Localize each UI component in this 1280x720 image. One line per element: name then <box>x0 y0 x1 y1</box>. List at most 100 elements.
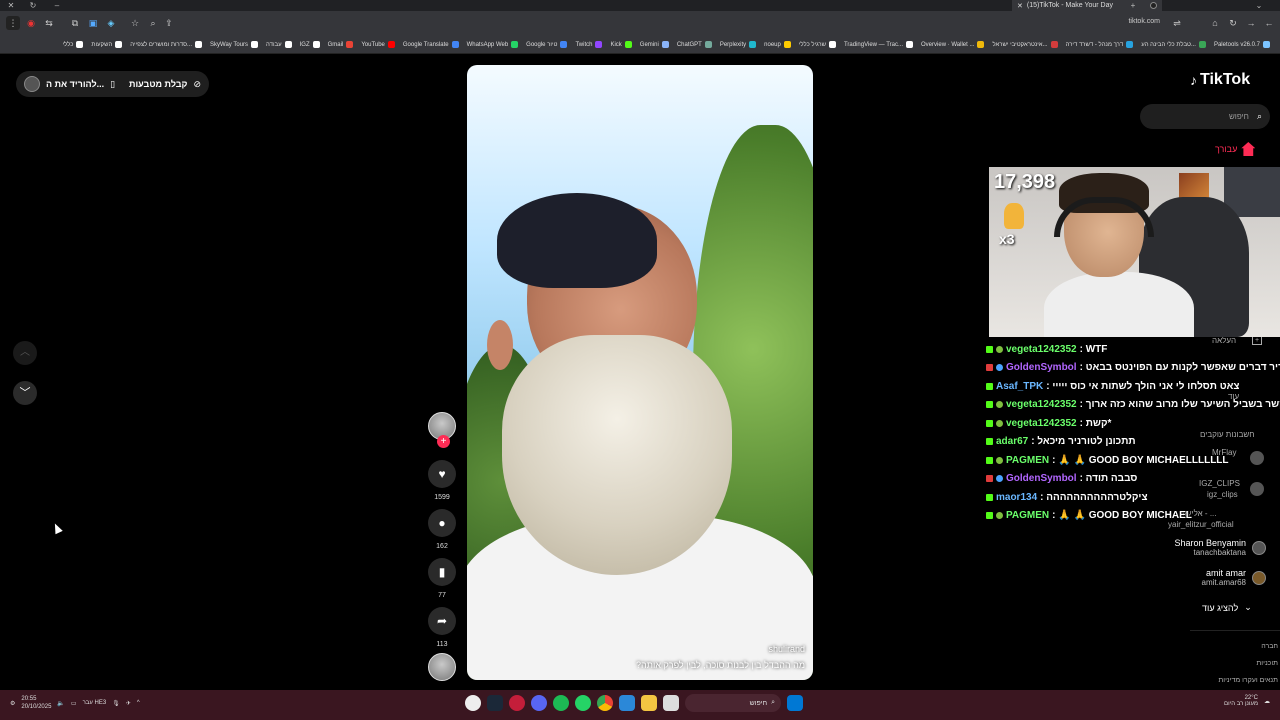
user-avatar[interactable] <box>24 76 40 92</box>
share-icon[interactable]: ⇪ <box>162 16 176 30</box>
bookmark-item[interactable]: Twitch <box>575 41 603 48</box>
like-action[interactable]: ♥ 1599 <box>427 460 457 501</box>
bookmark-item[interactable]: עבודה <box>266 41 292 48</box>
chat-username[interactable]: GoldenSymbol <box>1006 362 1077 373</box>
back-icon[interactable]: ← <box>1262 16 1276 30</box>
bookmark-item[interactable]: IGZ <box>300 41 320 48</box>
network-icon[interactable]: ▭ <box>71 700 77 707</box>
volume-icon[interactable]: 🔈 <box>57 700 64 707</box>
bookmark-item[interactable]: השקעות <box>91 41 123 48</box>
bookmark-item[interactable]: Kick <box>610 41 632 48</box>
bookmark-item[interactable]: TradingView — Trac... <box>844 41 914 48</box>
minimize-icon[interactable]: – <box>50 0 64 11</box>
bookmark-icon[interactable]: ▮ <box>428 558 456 586</box>
taskbar-search[interactable]: חיפוש ⌕ <box>685 694 781 712</box>
next-video-button[interactable]: ﹀ <box>13 381 37 405</box>
music-avatar[interactable] <box>427 653 457 681</box>
tray-chevron-icon[interactable]: ^ <box>137 700 140 706</box>
bookmark-item[interactable]: שרגיל כללי <box>799 41 836 48</box>
footer-programs[interactable]: תוכניות <box>1256 660 1278 667</box>
bookmark-item[interactable]: Perplexity <box>720 41 757 48</box>
extension-menu-icon[interactable]: ⋮ <box>6 16 20 30</box>
bookmark-item[interactable]: WhatsApp Web <box>467 41 519 48</box>
spotify-icon[interactable] <box>553 695 569 711</box>
store-icon[interactable] <box>619 695 635 711</box>
bookmark-item[interactable]: סדרות ומושרים לצפייה... <box>130 41 203 48</box>
bookmark-item[interactable]: noeup <box>764 41 791 48</box>
video-username[interactable]: shulirand <box>768 644 805 654</box>
bookmark-item[interactable]: SkyWay Tours <box>210 41 259 48</box>
show-more-button[interactable]: להציג עוד ⌄ <box>1202 602 1252 613</box>
chat-username[interactable]: maor134 <box>996 492 1037 503</box>
download-app-button[interactable]: להוריד את ה... <box>46 79 104 89</box>
chat-username[interactable]: Asaf_TPK <box>996 381 1043 392</box>
comment-icon[interactable]: ● <box>428 509 456 537</box>
discord-icon[interactable] <box>531 695 547 711</box>
heart-icon[interactable]: ♥ <box>428 460 456 488</box>
app-icon-white[interactable] <box>663 695 679 711</box>
get-coins-button[interactable]: קבלת מטבעות <box>129 79 187 89</box>
app-icon-red[interactable] <box>509 695 525 711</box>
bookmark-item[interactable]: Overview · Wallet ... <box>921 41 985 48</box>
site-info-icon[interactable]: ⇌ <box>1170 16 1184 30</box>
bookmark-item[interactable]: כללי <box>62 41 84 48</box>
footer-company[interactable]: חברה <box>1261 643 1278 650</box>
chat-username[interactable]: vegeta1242352 <box>1006 399 1077 410</box>
chrome-icon[interactable] <box>597 695 613 711</box>
share-action[interactable]: ➦ 113 <box>427 607 457 648</box>
tiktok-logo[interactable]: ♪ TikTok <box>1190 71 1250 89</box>
bookmark-item[interactable]: YouTube <box>361 41 395 48</box>
tab-close-icon[interactable]: ✕ <box>1017 2 1023 10</box>
extension-red-icon[interactable]: ◉ <box>24 16 38 30</box>
new-tab-icon[interactable]: + <box>1126 0 1140 11</box>
chat-username[interactable]: PAGMEN <box>1006 510 1049 521</box>
footer-terms[interactable]: תנאים ועקרו מדיניות <box>1218 677 1278 684</box>
search-input[interactable]: חיפוש ⌕ <box>1140 104 1270 129</box>
account-item[interactable]: Sharon Benyamin tanachbaktana <box>1174 538 1266 557</box>
steam-icon[interactable] <box>487 695 503 711</box>
whatsapp-icon[interactable] <box>575 695 591 711</box>
chat-username[interactable]: PAGMEN <box>1006 455 1049 466</box>
bookmark-item[interactable]: Paletools v26.0.7 <box>1214 41 1270 48</box>
chat-username[interactable]: vegeta1242352 <box>1006 418 1077 429</box>
account-item[interactable]: amit amar amit.amar68 <box>1202 568 1266 587</box>
file-explorer-icon[interactable] <box>641 695 657 711</box>
bookmark-item[interactable]: Google טיור <box>526 41 568 48</box>
tray-app-icon[interactable]: ✈ <box>126 700 131 707</box>
bookmark-item[interactable]: Google Translate <box>403 41 459 48</box>
tab-search-icon[interactable]: ⌄ <box>1252 0 1266 11</box>
window-close-icon[interactable]: ✕ <box>4 0 18 11</box>
bookmark-item[interactable]: ChatGPT <box>677 41 712 48</box>
save-action[interactable]: ▮ 77 <box>427 558 457 599</box>
follow-plus-icon[interactable]: + <box>437 435 450 448</box>
zoom-icon[interactable]: ⌕ <box>146 16 160 30</box>
creator-avatar[interactable]: + <box>427 412 457 448</box>
bookmark-star-icon[interactable]: ☆ <box>128 16 142 30</box>
home-icon[interactable]: ⌂ <box>1208 16 1222 30</box>
forward-icon[interactable]: → <box>1244 16 1258 30</box>
comment-action[interactable]: ● 162 <box>427 509 457 550</box>
language-indicator[interactable]: עבר HE3 <box>83 700 107 706</box>
clock[interactable]: 20:55 20/10/2025 <box>21 695 51 711</box>
video-player[interactable]: shulirand מה ההבדל בין לבנות סוכה, לבין … <box>467 65 813 680</box>
previous-video-button[interactable]: ︿ <box>13 341 37 365</box>
bookmark-item[interactable]: Gemini <box>640 41 669 48</box>
search-icon[interactable]: ⌕ <box>1257 111 1262 122</box>
chat-username[interactable]: vegeta1242352 <box>1006 344 1077 355</box>
bookmark-item[interactable]: דרך מנהל - דשרד דירה <box>1066 41 1134 48</box>
extension-blue-icon[interactable]: ▣ <box>86 16 100 30</box>
extension-puzzle-icon[interactable]: ⧉ <box>68 16 82 30</box>
taskbar-weather[interactable]: 22°C מעונן רב היום ☁ <box>1224 695 1270 707</box>
nav-for-you[interactable]: עבורך <box>1215 142 1256 156</box>
bookmark-item[interactable]: Gmail <box>328 41 354 48</box>
chat-username[interactable]: adar67 <box>996 436 1028 447</box>
mic-icon[interactable]: 🎙 <box>112 700 120 707</box>
reload-icon[interactable]: ↻ <box>1226 16 1240 30</box>
share-arrow-icon[interactable]: ➦ <box>428 607 456 635</box>
extension-icon[interactable]: ⇆ <box>42 16 56 30</box>
start-icon[interactable] <box>787 695 803 711</box>
app-icon-1[interactable] <box>465 695 481 711</box>
chat-username[interactable]: GoldenSymbol <box>1006 473 1077 484</box>
reload-small-icon[interactable]: ↻ <box>26 0 40 11</box>
bookmark-item[interactable]: אינטראקטיבי ישראל... <box>992 41 1058 48</box>
